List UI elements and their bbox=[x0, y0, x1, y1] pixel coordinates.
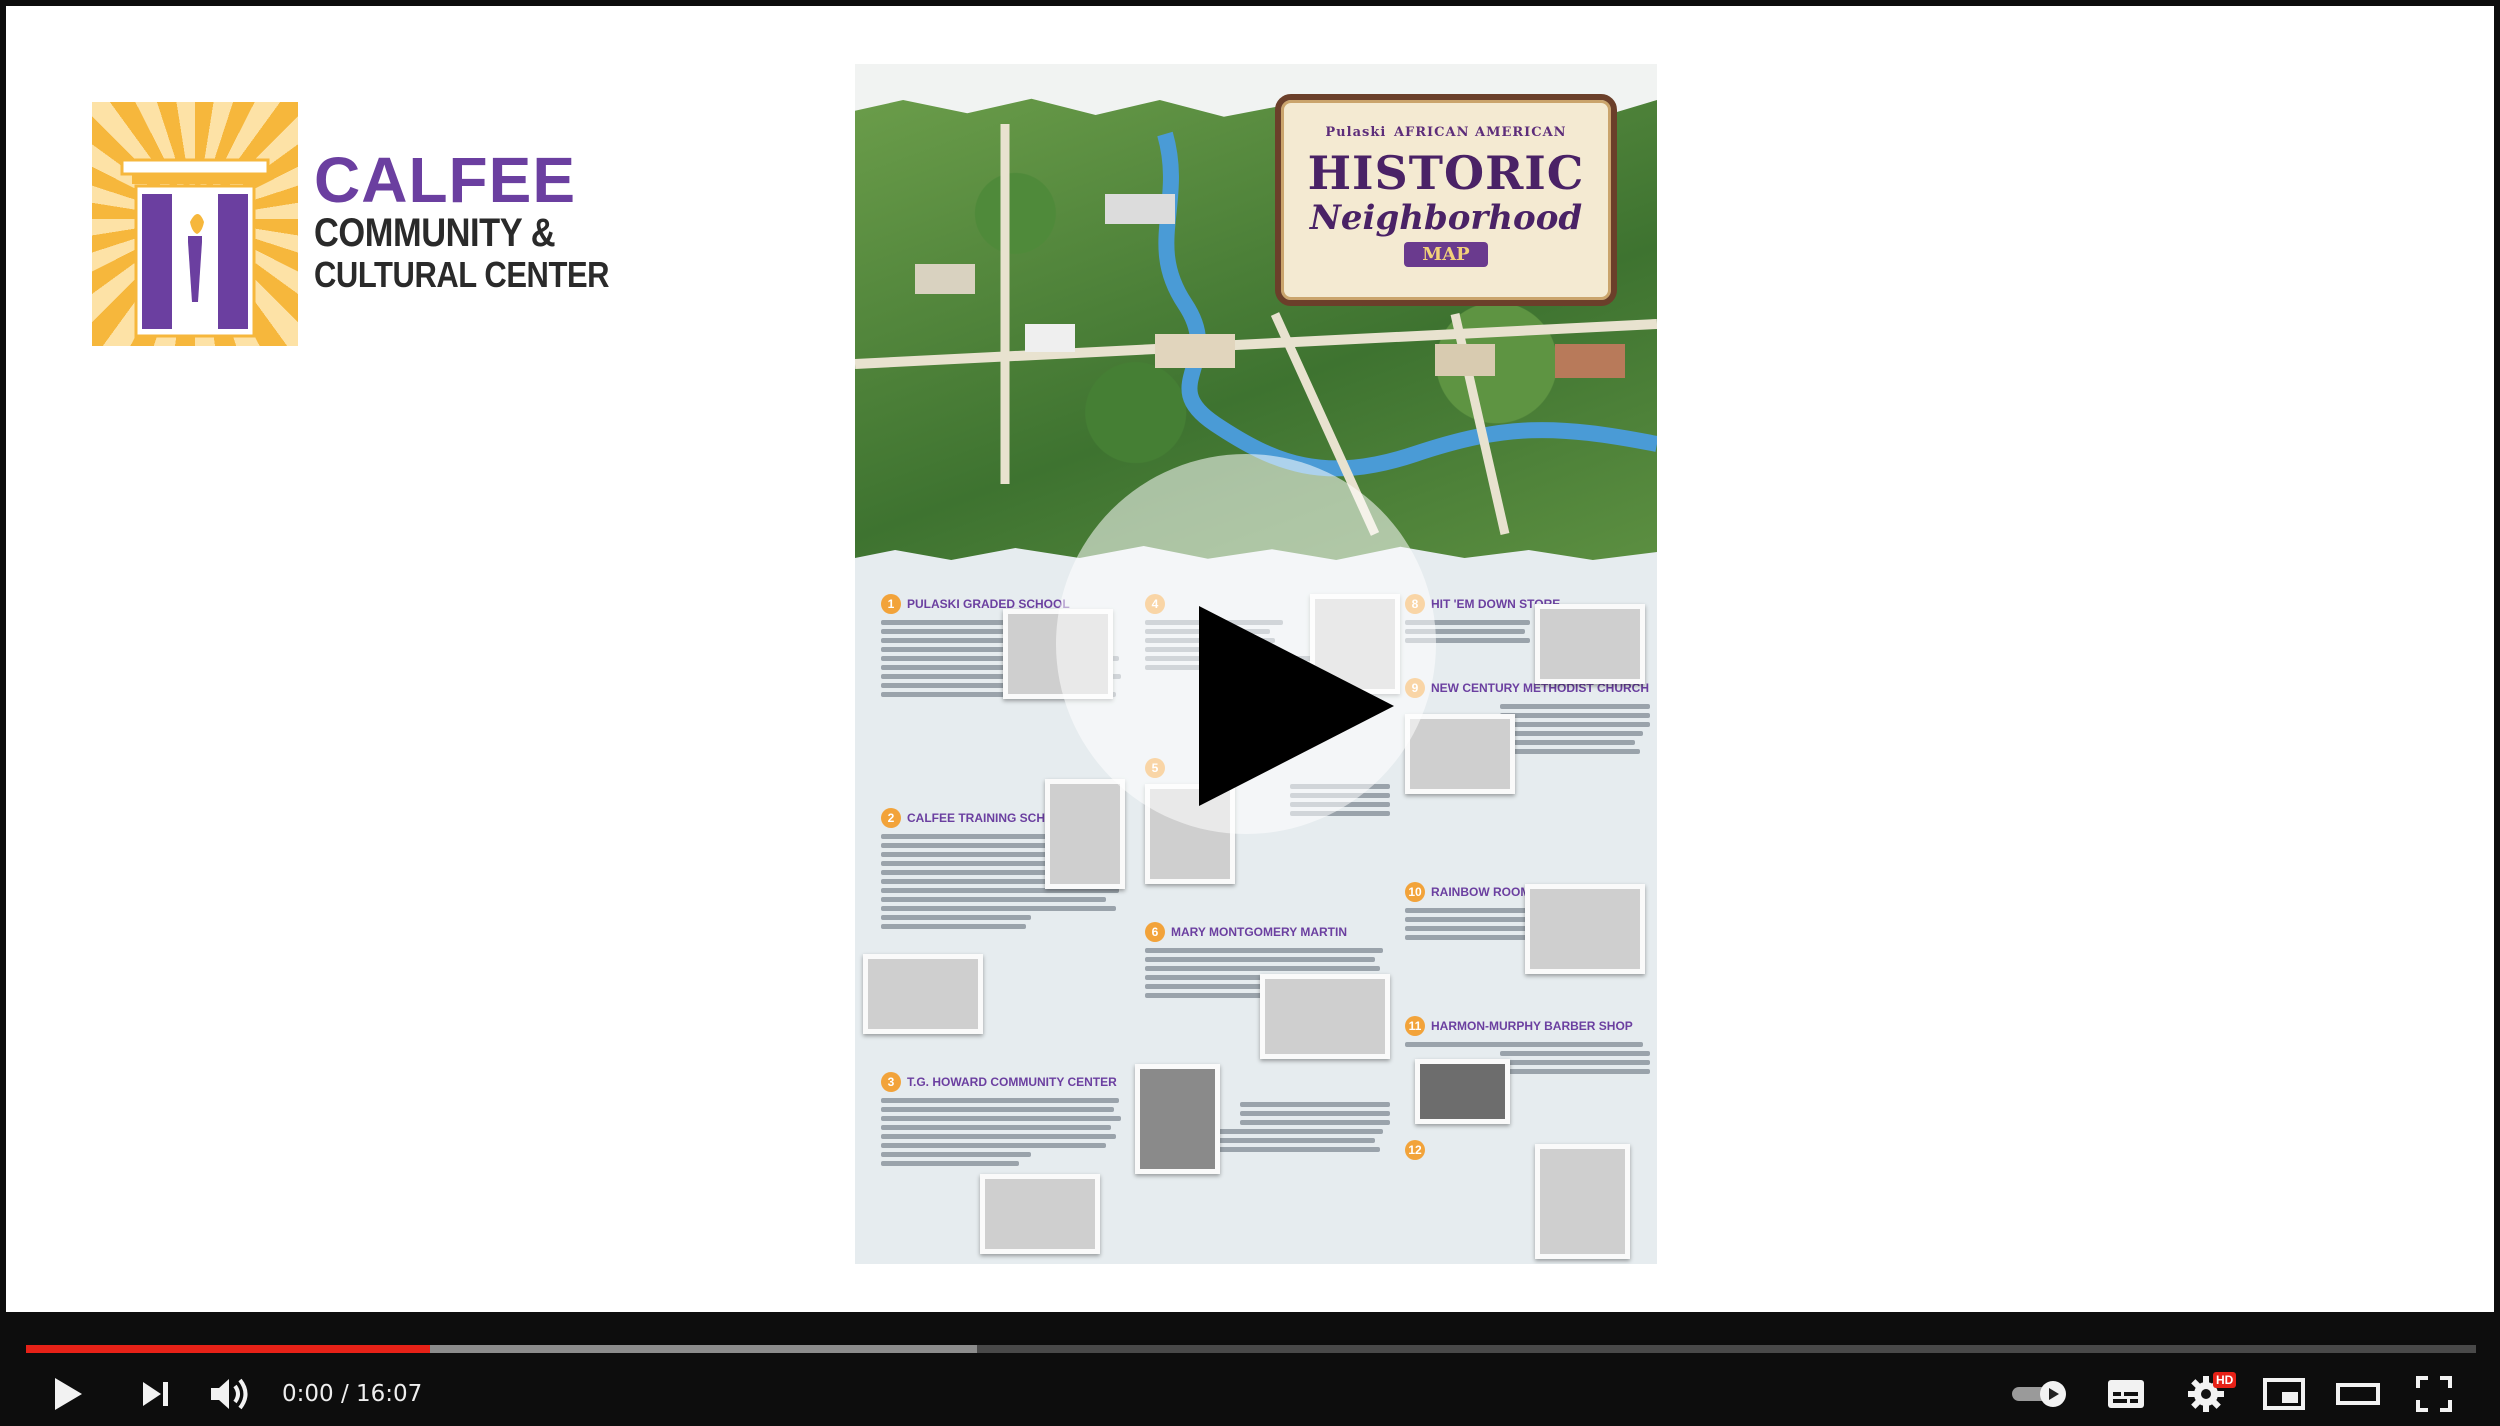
entry-number: 10 bbox=[1405, 882, 1425, 902]
current-time: 0:00 bbox=[282, 1381, 334, 1407]
historic-photo bbox=[980, 1174, 1100, 1254]
miniplayer-icon bbox=[2263, 1378, 2305, 1410]
entry-title: T.G. HOWARD COMMUNITY CENTER bbox=[907, 1075, 1117, 1089]
entry-title: HARMON-MURPHY BARBER SHOP bbox=[1431, 1019, 1633, 1033]
theater-mode-icon bbox=[2336, 1383, 2380, 1405]
fullscreen-button[interactable] bbox=[2410, 1362, 2458, 1426]
map-title-plaque: Pulaski AFRICAN AMERICAN HISTORIC Neighb… bbox=[1275, 94, 1617, 306]
volume-button[interactable] bbox=[206, 1362, 254, 1426]
entry-3: 3 T.G. HOWARD COMMUNITY CENTER bbox=[881, 1072, 1131, 1166]
historic-photo bbox=[1535, 1144, 1630, 1259]
entry-number: 11 bbox=[1405, 1016, 1425, 1036]
theater-mode-button[interactable] bbox=[2332, 1362, 2384, 1426]
miniplayer-button[interactable] bbox=[2260, 1362, 2308, 1426]
logo-subtitle-2: CULTURAL CENTER bbox=[314, 254, 610, 295]
historic-photo bbox=[1405, 714, 1515, 794]
play-button[interactable] bbox=[46, 1362, 90, 1426]
next-icon bbox=[143, 1382, 168, 1406]
time-display: 0:00 / 16:07 bbox=[282, 1362, 422, 1426]
fullscreen-icon bbox=[2416, 1376, 2452, 1412]
historic-photo bbox=[1045, 779, 1125, 889]
historic-photo bbox=[863, 954, 983, 1034]
calfee-logo: CALFEE COMMUNITY & CULTURAL CENTER bbox=[92, 102, 612, 354]
entry-number: 6 bbox=[1145, 922, 1165, 942]
next-button[interactable] bbox=[134, 1362, 178, 1426]
title-city: Pulaski bbox=[1325, 125, 1387, 140]
time-separator: / bbox=[340, 1381, 349, 1407]
historic-photo bbox=[1135, 1064, 1220, 1174]
progress-played bbox=[26, 1345, 431, 1353]
entry-title: MARY MONTGOMERY MARTIN bbox=[1171, 925, 1347, 939]
duration: 16:07 bbox=[356, 1381, 423, 1407]
title-map: MAP bbox=[1404, 242, 1488, 267]
entry-number: 12 bbox=[1405, 1140, 1425, 1160]
volume-icon bbox=[211, 1378, 248, 1410]
title-neighborhood: Neighborhood bbox=[1309, 198, 1583, 238]
historic-photo bbox=[1415, 1059, 1510, 1124]
historic-photo bbox=[1260, 974, 1390, 1059]
entry-number: 2 bbox=[881, 808, 901, 828]
logo-subtitle-1: COMMUNITY & bbox=[314, 211, 556, 255]
hd-badge: HD bbox=[2213, 1372, 2237, 1388]
title-tagline: AFRICAN AMERICAN bbox=[1393, 125, 1567, 140]
progress-bar[interactable] bbox=[26, 1345, 2476, 1353]
calfee-logo-mark bbox=[92, 102, 298, 346]
title-historic: HISTORIC bbox=[1307, 146, 1585, 200]
entry-title: RAINBOW ROOM bbox=[1431, 885, 1531, 899]
entry-number: 3 bbox=[881, 1072, 901, 1092]
play-icon bbox=[55, 1378, 82, 1410]
historic-photo bbox=[1535, 604, 1645, 684]
video-frame[interactable]: CALFEE COMMUNITY & CULTURAL CENTER Pulas… bbox=[6, 6, 2494, 1312]
autoplay-toggle[interactable] bbox=[2010, 1362, 2072, 1426]
subtitles-button[interactable] bbox=[2104, 1362, 2148, 1426]
entry-number: 1 bbox=[881, 594, 901, 614]
large-play-icon[interactable] bbox=[1199, 606, 1394, 806]
autoplay-toggle-icon bbox=[2012, 1381, 2066, 1407]
player-controls: 0:00 / 16:07 bbox=[0, 1362, 2500, 1426]
logo-title: CALFEE bbox=[314, 144, 576, 216]
historic-photo bbox=[1525, 884, 1645, 974]
subtitles-icon bbox=[2108, 1380, 2144, 1408]
